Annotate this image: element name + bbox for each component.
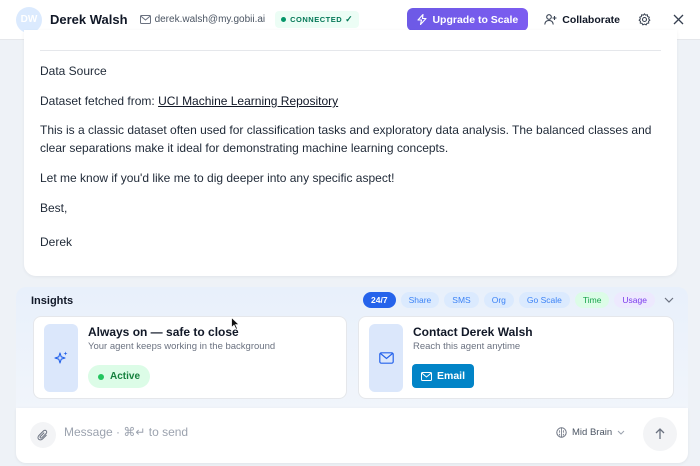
mail-icon: [139, 15, 151, 24]
dataset-line: Dataset fetched from: UCI Machine Learni…: [40, 92, 663, 110]
user-name: Derek Walsh: [50, 12, 128, 27]
dataset-link[interactable]: UCI Machine Learning Repository: [158, 94, 338, 108]
mail-icon-box: [369, 324, 403, 392]
model-select[interactable]: Mid Brain: [556, 427, 625, 438]
email-button[interactable]: Email: [412, 364, 475, 388]
chevron-down-icon: [664, 297, 674, 303]
close-icon: [673, 14, 683, 25]
avatar[interactable]: DW: [16, 6, 42, 33]
divider: [40, 50, 661, 51]
always-on-card: Always on — safe to close Your agent kee…: [33, 316, 347, 399]
status-badge: CONNECTED ✓: [275, 11, 360, 28]
gear-icon: [638, 13, 650, 26]
dataset-prefix: Dataset fetched from:: [40, 94, 159, 108]
message-input[interactable]: [64, 421, 484, 443]
upgrade-label: Upgrade to Scale: [432, 13, 519, 26]
insights-panel: Insights 24/7 Share SMS Org Go Scale Tim…: [16, 287, 688, 409]
mail-icon: [378, 352, 394, 364]
chip-go-scale[interactable]: Go Scale: [518, 292, 570, 308]
chip-sms[interactable]: SMS: [444, 292, 479, 308]
chip-usage[interactable]: Usage: [614, 292, 655, 308]
contact-card: Contact Derek Walsh Reach this agent any…: [358, 316, 674, 399]
email-button-label: Email: [437, 370, 466, 382]
collaborate-button[interactable]: Collaborate: [544, 14, 620, 26]
user-plus-icon: [544, 14, 557, 25]
paperclip-icon: [37, 429, 48, 440]
message-card: Data Source Dataset fetched from: UCI Ma…: [24, 30, 677, 276]
always-on-subtitle: Your agent keeps working in the backgrou…: [88, 341, 276, 352]
status-dot: [281, 17, 287, 22]
check-icon: ✓: [345, 14, 354, 24]
sparkle-icon-box: [44, 324, 78, 392]
sparkle-icon: [54, 351, 68, 364]
message-signoff: Best,: [40, 201, 68, 215]
status-text: CONNECTED: [290, 15, 343, 24]
chevron-down-icon: [617, 430, 625, 435]
bolt-icon: [417, 14, 428, 25]
chip-share[interactable]: Share: [400, 292, 440, 308]
chip-time[interactable]: Time: [574, 292, 610, 308]
composer: Mid Brain: [16, 408, 688, 463]
mouse-cursor-icon: [231, 317, 240, 330]
active-label: Active: [110, 371, 141, 382]
insights-title: Insights: [31, 295, 74, 307]
insights-chips: 24/7 Share SMS Org Go Scale Time Usage: [363, 292, 674, 308]
chip-24-7[interactable]: 24/7: [363, 292, 396, 308]
brain-icon: [556, 427, 567, 438]
send-button[interactable]: [643, 417, 677, 451]
message-signature: Derek: [40, 235, 73, 249]
model-label: Mid Brain: [572, 427, 613, 438]
active-dot: [98, 373, 104, 380]
message-followup: Let me know if you'd like me to dig deep…: [40, 171, 395, 185]
message-paragraph: This is a classic dataset often used for…: [40, 123, 652, 155]
contact-title: Contact Derek Walsh: [413, 325, 533, 339]
email-text: derek.walsh@my.gobii.ai: [154, 14, 266, 25]
active-badge: Active: [88, 365, 151, 388]
chip-org[interactable]: Org: [483, 292, 514, 308]
upgrade-button[interactable]: Upgrade to Scale: [407, 8, 529, 31]
contact-subtitle: Reach this agent anytime: [413, 341, 521, 352]
collaborate-label: Collaborate: [562, 13, 620, 26]
arrow-up-icon: [655, 428, 665, 439]
mail-icon: [421, 371, 432, 381]
always-on-title: Always on — safe to close: [88, 325, 239, 339]
close-button[interactable]: [668, 10, 688, 30]
email-address: derek.walsh@my.gobii.ai: [139, 14, 266, 25]
message-heading: Data Source: [40, 64, 107, 78]
settings-button[interactable]: [634, 10, 654, 30]
attach-button[interactable]: [30, 422, 56, 448]
collapse-button[interactable]: [664, 297, 674, 303]
